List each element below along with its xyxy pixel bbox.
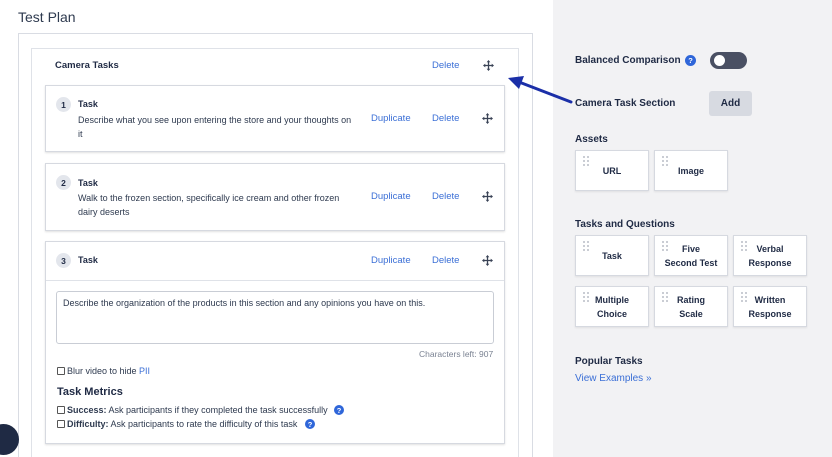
grip-icon (741, 241, 747, 251)
move-icon[interactable] (483, 60, 494, 71)
duplicate-link[interactable]: Duplicate (371, 255, 411, 266)
characters-left: Characters left: 907 (419, 349, 494, 359)
task-tile-written-response[interactable]: Written Response (733, 286, 807, 327)
asset-tile-url[interactable]: URL (575, 150, 649, 191)
tile-label: Five (681, 243, 700, 254)
tile-label: Scale (679, 308, 703, 319)
tile-label: Task (602, 250, 622, 261)
task-label: Task (78, 178, 98, 188)
task-tile-five-second-test[interactable]: Five Second Test (654, 235, 728, 276)
blur-video-checkbox[interactable] (57, 367, 65, 375)
grip-icon (583, 156, 589, 166)
annotation-arrow (508, 76, 573, 104)
task-tile-task[interactable]: Task (575, 235, 649, 276)
task-number-badge: 3 (56, 253, 71, 268)
grip-icon (583, 292, 589, 302)
difficulty-text: Ask participants to rate the difficulty … (108, 419, 298, 429)
task-tile-rating-scale[interactable]: Rating Scale (654, 286, 728, 327)
blur-video-text: Blur video to hide (67, 366, 140, 376)
camera-task-section-label: Camera Task Section (575, 98, 676, 109)
tile-label: Multiple (595, 294, 629, 305)
success-bold: Success: (67, 405, 107, 415)
section-delete-link[interactable]: Delete (432, 60, 459, 71)
tile-label: Response (748, 257, 792, 268)
section-title: Camera Tasks (55, 60, 119, 71)
add-camera-section-button[interactable]: Add (709, 91, 752, 116)
task-description-line: Walk to the frozen section, specifically… (78, 193, 340, 203)
tile-label: Rating (677, 294, 705, 305)
task-description: Describe what you see upon entering the … (78, 113, 368, 141)
success-label: Success: Ask participants if they comple… (67, 405, 328, 415)
task-divider (46, 280, 504, 281)
task-metrics-title: Task Metrics (57, 386, 123, 398)
move-icon[interactable] (482, 191, 493, 202)
help-icon[interactable]: ? (305, 419, 315, 429)
task-label: Task (78, 255, 98, 265)
grip-icon (583, 241, 589, 251)
task-tile-multiple-choice[interactable]: Multiple Choice (575, 286, 649, 327)
blur-video-label: Blur video to hide PII (67, 366, 150, 376)
difficulty-label: Difficulty: Ask participants to rate the… (67, 419, 297, 429)
grip-icon (662, 156, 668, 166)
grip-icon (662, 292, 668, 302)
success-checkbox[interactable] (57, 406, 65, 414)
grip-icon (662, 241, 668, 251)
tile-label: Second Test (664, 257, 718, 268)
tile-label: Choice (596, 308, 627, 319)
asset-tile-label: Image (677, 165, 704, 176)
duplicate-link[interactable]: Duplicate (371, 191, 411, 202)
task-description-textarea[interactable]: Describe the organization of the product… (56, 291, 494, 344)
tasks-questions-title: Tasks and Questions (575, 219, 675, 230)
task-description-line: Describe what you see upon entering the … (78, 115, 352, 125)
toggle-knob (714, 55, 725, 66)
task-label: Task (78, 99, 98, 109)
grip-icon (741, 292, 747, 302)
task-description-line: dairy deserts (78, 207, 130, 217)
tile-label: Written (754, 294, 786, 305)
task-description-line: it (78, 129, 83, 139)
page-title: Test Plan (18, 9, 76, 25)
balanced-comparison-label: Balanced Comparison (575, 55, 681, 66)
delete-link[interactable]: Delete (432, 113, 459, 124)
balanced-comparison-toggle[interactable] (710, 52, 747, 69)
view-examples-link[interactable]: View Examples » (575, 373, 652, 384)
move-icon[interactable] (482, 255, 493, 266)
pii-link[interactable]: PII (139, 366, 150, 376)
difficulty-bold: Difficulty: (67, 419, 109, 429)
help-icon[interactable]: ? (685, 55, 696, 66)
task-number-badge: 2 (56, 175, 71, 190)
task-tile-verbal-response[interactable]: Verbal Response (733, 235, 807, 276)
tile-label: Response (748, 308, 792, 319)
move-icon[interactable] (482, 113, 493, 124)
help-icon[interactable]: ? (334, 405, 344, 415)
popular-tasks-title: Popular Tasks (575, 356, 643, 367)
success-text: Ask participants if they completed the t… (106, 405, 328, 415)
task-description: Walk to the frozen section, specifically… (78, 191, 368, 219)
assets-title: Assets (575, 134, 608, 145)
asset-tile-label: URL (602, 165, 622, 176)
tile-label: Verbal (756, 243, 784, 254)
delete-link[interactable]: Delete (432, 191, 459, 202)
task-number-badge: 1 (56, 97, 71, 112)
chat-launcher-button[interactable] (0, 424, 19, 455)
duplicate-link[interactable]: Duplicate (371, 113, 411, 124)
asset-tile-image[interactable]: Image (654, 150, 728, 191)
difficulty-checkbox[interactable] (57, 420, 65, 428)
delete-link[interactable]: Delete (432, 255, 459, 266)
